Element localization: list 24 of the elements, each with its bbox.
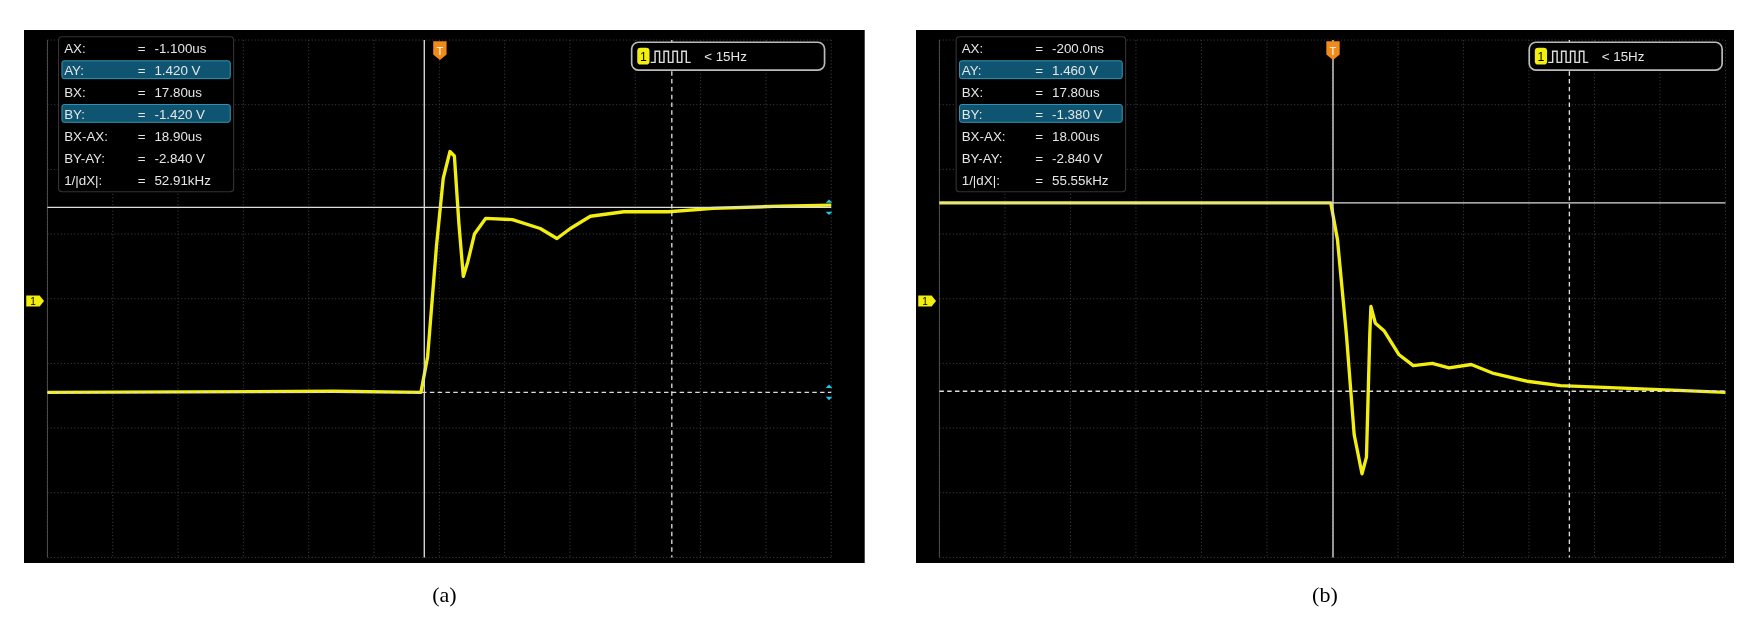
readout-row: BX: = 17.80us [961, 85, 1100, 101]
readout-row: 1/|dX|: = 55.55kHz [961, 172, 1109, 188]
readout-row: AY: = 1.460 V [958, 60, 1123, 80]
trigger-frequency: < 15Hz [1601, 49, 1645, 65]
readout-row: AX: = -1.100us [64, 41, 207, 57]
readout-row: BX: = 17.80us [64, 85, 202, 101]
readout-row: BY: = -1.420 V [61, 104, 231, 123]
readout-row: AX: = -200.0ns [961, 41, 1104, 57]
readout-row: 1/|dX|: = 52.91kHz [64, 172, 211, 188]
readout-row: BX-AX: = 18.00us [961, 128, 1100, 144]
square-wave-icon [649, 50, 692, 64]
readout-row: BY-AY: = -2.840 V [961, 150, 1103, 166]
figure-caption: (b) [1312, 582, 1338, 608]
trigger-frequency: < 15Hz [704, 49, 747, 65]
readout-row: BX-AX: = 18.90us [64, 128, 202, 144]
trigger-marker: T [1326, 41, 1340, 61]
readout-row: AY: = 1.420 V [61, 60, 231, 80]
square-wave-icon [1547, 50, 1589, 64]
channel-marker: 1 [917, 295, 936, 308]
channel-marker: 1 [26, 295, 45, 308]
readout-row: BY-AY: = -2.840 V [64, 150, 205, 166]
trigger-marker: T [433, 41, 447, 61]
readout-row: BY: = -1.380 V [958, 104, 1123, 123]
figure-caption: (a) [432, 582, 457, 608]
